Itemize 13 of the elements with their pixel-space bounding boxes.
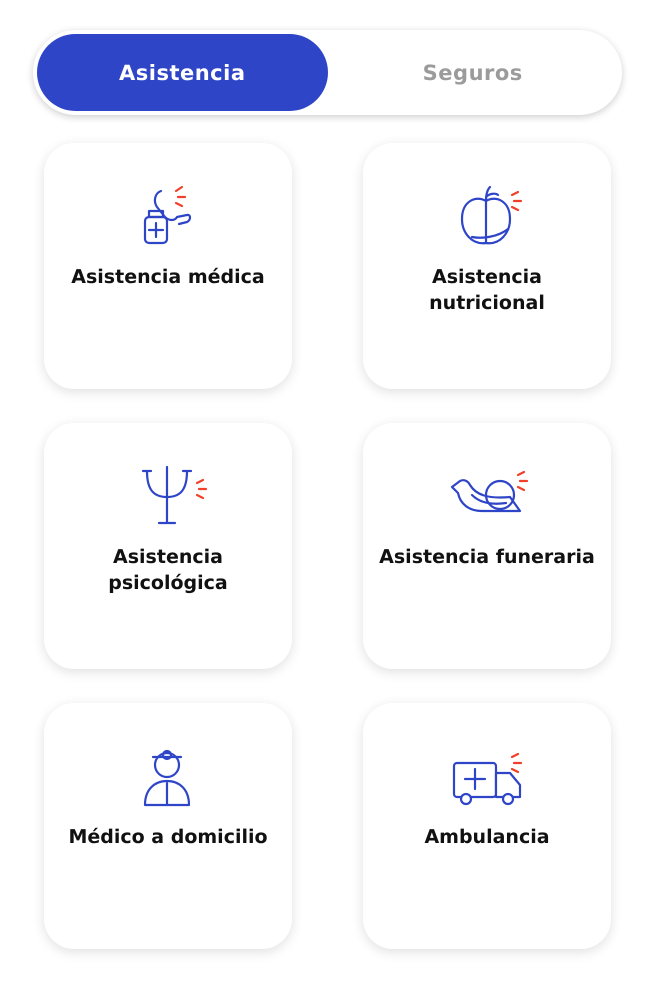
service-label: Ambulancia: [423, 825, 551, 850]
service-label: Médico a domicilio: [67, 825, 269, 850]
service-label: Asistencia médica: [70, 265, 266, 290]
service-label: Asistencia funeraria: [378, 545, 596, 570]
service-card[interactable]: Médico a domicilio: [44, 703, 292, 949]
service-label: Asistencia nutricional: [428, 265, 546, 316]
service-card[interactable]: Asistencia psicológica: [44, 423, 292, 669]
service-label: Asistencia psicológica: [107, 545, 229, 596]
service-card[interactable]: Asistencia médica: [44, 143, 292, 389]
tab[interactable]: Asistencia: [37, 34, 328, 111]
service-card[interactable]: Ambulancia: [363, 703, 611, 949]
service-card[interactable]: Asistencia funeraria: [363, 423, 611, 669]
service-card[interactable]: Asistencia nutricional: [363, 143, 611, 389]
